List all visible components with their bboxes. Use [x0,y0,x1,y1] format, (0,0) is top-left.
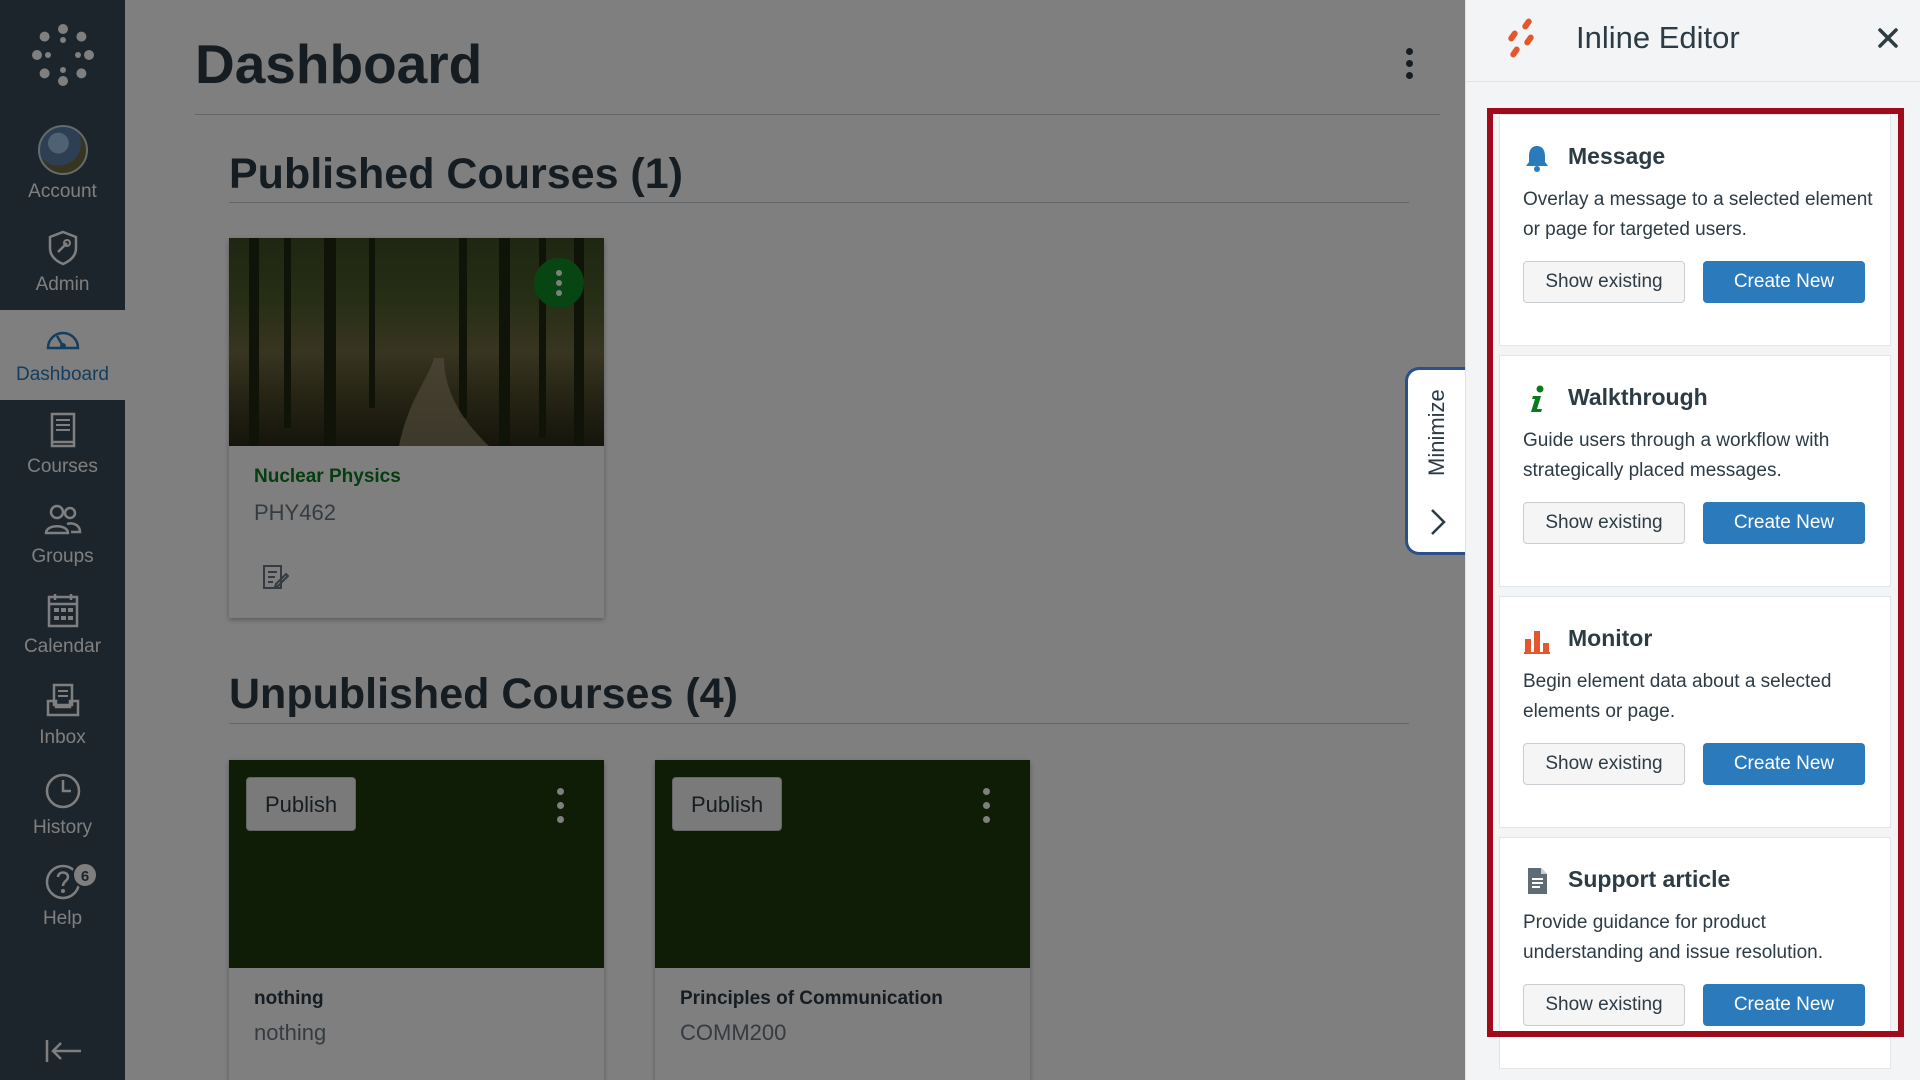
inline-editor-panel: Inline Editor Message Overlay a message … [1465,0,1920,1080]
modal-backdrop [0,0,1465,1080]
close-icon[interactable] [1874,24,1902,52]
panel-header: Inline Editor [1466,0,1920,82]
highlight-frame [1487,108,1904,1037]
panel-title: Inline Editor [1576,20,1740,55]
pendo-logo-icon [1508,18,1534,58]
minimize-label: Minimize [1424,389,1449,477]
minimize-tab[interactable]: Minimize [1405,367,1467,555]
chevron-right-icon [1431,509,1446,535]
